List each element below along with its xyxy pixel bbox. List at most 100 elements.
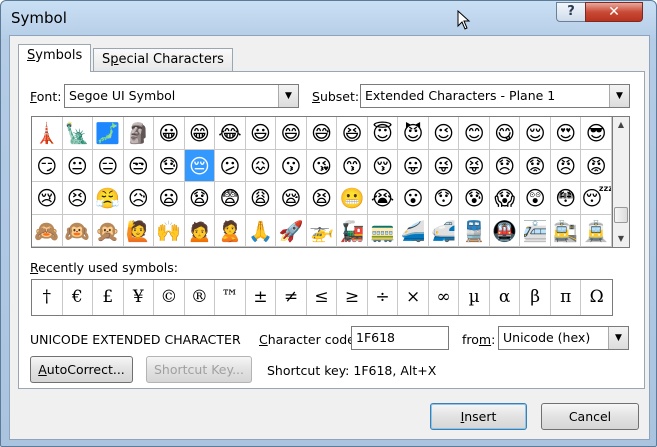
symbol-cell[interactable]: 😄 [276,117,307,150]
symbol-cell[interactable]: 😲 [520,182,551,215]
symbol-cell[interactable]: 😯 [428,182,460,215]
symbol-cell[interactable]: 🚆 [459,214,490,247]
symbol-cell[interactable]: 😦 [154,182,185,215]
symbol-cell[interactable]: 🗾 [93,117,124,150]
tab-symbols[interactable]: Symbols [18,44,92,72]
recent-symbol-cell[interactable]: ¥ [124,280,155,315]
title-bar[interactable]: Symbol ? ✕ [1,1,656,35]
recent-symbol-cell[interactable]: Ω [581,280,612,315]
symbol-cell[interactable]: 😚 [367,149,399,182]
symbol-cell[interactable]: 🚅 [428,214,460,247]
recent-symbol-cell[interactable]: € [63,280,94,315]
symbol-cell[interactable]: 😱 [489,182,521,215]
symbol-grid-scrollbar[interactable]: ▲ ▼ [613,116,630,248]
recent-symbol-cell[interactable]: ≠ [276,280,307,315]
symbol-cell[interactable]: 🚃 [367,214,399,247]
symbol-cell[interactable]: 🙈 [32,214,63,247]
symbol-cell[interactable]: 😓 [154,149,185,182]
recent-symbol-cell[interactable]: ® [185,280,216,315]
symbol-cell[interactable]: 😁 [184,117,216,150]
symbol-cell[interactable]: 😮 [398,182,429,215]
recent-symbol-cell[interactable]: µ [459,280,490,315]
font-select[interactable]: Segoe UI Symbol ▼ [64,84,299,108]
help-button[interactable]: ? [556,2,586,22]
symbol-cell[interactable]: 🙎 [215,214,246,247]
symbol-cell[interactable]: 😳 [550,182,582,215]
symbol-cell[interactable]: 🗼 [32,117,63,150]
recent-symbol-cell[interactable]: ™ [215,280,246,315]
symbol-cell[interactable]: 🗽 [62,117,94,150]
symbol-cell[interactable]: 😋 [489,117,521,150]
symbol-grid[interactable]: 🗼 🗽 🗾 🗿 😀 😁 😂 😃 😄 😅 😆 😇 😈 😉 😊 😋 😌 😍 😎 😏 😐 😑 😒 😓 😔 😕 😖 😗 😘 😙 😚 😛 😜 😝 😞 😟 😠 😡 😢 😣… [31,116,613,248]
symbol-cell[interactable]: 😌 [520,117,551,150]
symbol-cell[interactable]: 😑 [93,149,124,182]
symbol-cell[interactable]: 😢 [32,182,63,215]
scroll-down-icon[interactable]: ▼ [613,231,629,247]
symbol-cell[interactable]: 😴 [581,182,612,215]
symbol-cell[interactable]: 😧 [184,182,216,215]
symbol-cell[interactable]: 🚈 [520,214,551,247]
symbol-cell[interactable]: 😬 [337,182,368,215]
symbol-cell[interactable]: 😤 [93,182,124,215]
symbol-cell[interactable]: 😭 [367,182,399,215]
shortcut-key-button[interactable]: Shortcut Key... [146,356,252,383]
symbol-cell[interactable]: 😆 [337,117,368,150]
recent-symbol-cell[interactable]: ÷ [368,280,399,315]
symbol-cell[interactable]: 😩 [245,182,277,215]
symbol-cell[interactable]: 🚄 [398,214,429,247]
symbol-cell[interactable]: 😙 [337,149,368,182]
symbol-cell[interactable]: 😅 [306,117,338,150]
symbol-cell[interactable]: 🙉 [62,214,94,247]
symbol-cell[interactable]: 😀 [154,117,185,150]
symbol-cell[interactable]: 😥 [123,182,155,215]
symbol-cell[interactable]: 😡 [581,149,612,182]
symbol-cell[interactable]: 🙌 [154,214,185,247]
symbol-cell[interactable]: 😟 [520,149,551,182]
symbol-cell[interactable]: 🚂 [337,214,368,247]
symbol-cell[interactable]: 🚊 [581,214,612,247]
symbol-cell[interactable]: 😰 [459,182,490,215]
symbol-cell[interactable]: 😉 [428,117,460,150]
symbol-cell[interactable]: 😕 [215,149,246,182]
symbol-cell[interactable]: 😣 [62,182,94,215]
symbol-cell[interactable]: 🚇 [489,214,521,247]
symbol-cell[interactable]: 😍 [550,117,582,150]
symbol-cell[interactable]: 😃 [245,117,277,150]
from-select[interactable]: Unicode (hex) ▼ [498,326,629,350]
chevron-down-icon[interactable]: ▼ [608,327,628,349]
symbol-cell[interactable]: 😇 [367,117,399,150]
symbol-cell[interactable]: 🗿 [123,117,155,150]
symbol-cell[interactable]: 🙍 [184,214,216,247]
scroll-thumb[interactable] [614,207,628,223]
symbol-cell[interactable]: 😊 [459,117,490,150]
symbol-cell[interactable]: 😗 [276,149,307,182]
symbol-cell[interactable]: 😪 [276,182,307,215]
insert-button[interactable]: Insert [430,403,527,430]
symbol-cell[interactable]: 😈 [398,117,429,150]
recent-symbol-cell[interactable]: £ [93,280,124,315]
recent-symbol-cell[interactable]: ≥ [337,280,368,315]
symbol-cell[interactable]: 😞 [489,149,521,182]
symbol-cell[interactable]: 🚉 [550,214,582,247]
symbol-cell[interactable]: 😝 [459,149,490,182]
autocorrect-button[interactable]: AutoCorrect... [30,356,133,383]
recent-symbol-cell[interactable]: © [154,280,185,315]
recent-symbol-cell[interactable]: † [32,280,63,315]
symbol-cell[interactable]: 😐 [62,149,94,182]
symbol-cell[interactable]: 😛 [398,149,429,182]
recent-symbol-cell[interactable]: π [551,280,582,315]
symbol-cell[interactable]: 😜 [428,149,460,182]
chevron-down-icon[interactable]: ▼ [278,85,298,107]
recent-symbol-cell[interactable]: β [520,280,551,315]
recent-symbol-cell[interactable]: ∞ [429,280,460,315]
cancel-button[interactable]: Cancel [541,403,639,430]
symbol-cell[interactable]: 😘 [306,149,338,182]
character-code-input[interactable]: 1F618 [351,326,449,350]
symbol-cell[interactable]: 🙏 [245,214,277,247]
subset-select[interactable]: Extended Characters - Plane 1 ▼ [360,84,630,108]
symbol-cell[interactable]: 😂 [215,117,246,150]
recent-symbol-cell[interactable]: ≤ [307,280,338,315]
recent-symbol-cell[interactable]: × [398,280,429,315]
close-button[interactable]: ✕ [585,2,643,22]
tab-special-characters[interactable]: Special Characters [93,48,233,72]
